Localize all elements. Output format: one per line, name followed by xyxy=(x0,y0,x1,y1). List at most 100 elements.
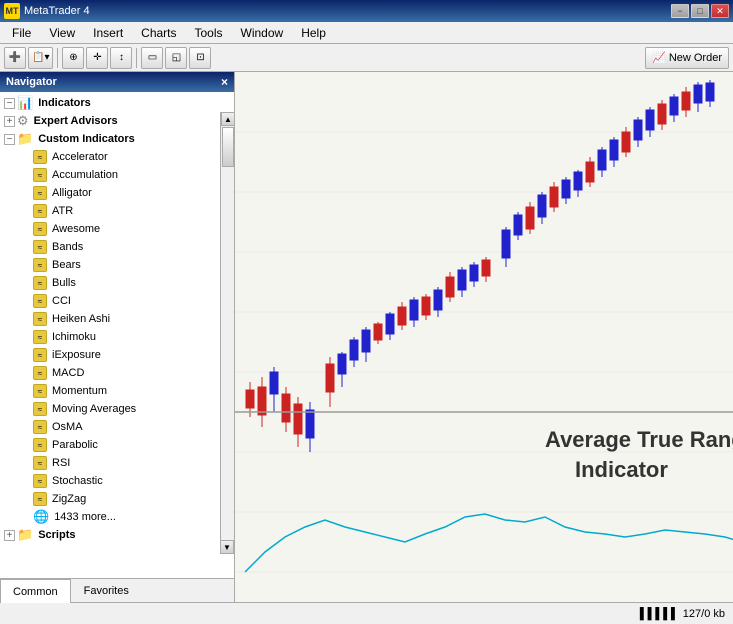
tree-item-24[interactable]: +📁Scripts xyxy=(0,526,234,544)
toolbar-btn-2[interactable]: 📋▾ xyxy=(28,47,53,69)
title-bar: MT MetaTrader 4 − □ ✕ xyxy=(0,0,733,22)
tree-item-23[interactable]: 🌐 1433 more... xyxy=(0,508,234,526)
indicator-icon-3: ≈ xyxy=(33,150,47,164)
scrollbar-down-button[interactable]: ▼ xyxy=(220,540,234,554)
tree-label-10: Bulls xyxy=(52,277,76,289)
maximize-button[interactable]: □ xyxy=(691,4,709,18)
tree-toggle-1[interactable]: + xyxy=(4,116,15,127)
toolbar-btn-new[interactable]: ➕ xyxy=(4,47,26,69)
title-bar-left: MT MetaTrader 4 xyxy=(4,3,90,19)
tab-favorites[interactable]: Favorites xyxy=(71,579,142,602)
tree-item-10[interactable]: ≈ Bulls xyxy=(0,274,234,292)
tab-favorites-label: Favorites xyxy=(84,585,129,597)
toolbar-btn-5[interactable]: ↕ xyxy=(110,47,132,69)
toolbar-btn-7[interactable]: ◱ xyxy=(165,47,187,69)
title-bar-title: MetaTrader 4 xyxy=(24,5,90,17)
tree-item-3[interactable]: ≈Accelerator xyxy=(0,148,234,166)
tree-item-18[interactable]: ≈ OsMA xyxy=(0,418,234,436)
tree-item-1[interactable]: +⚙Expert Advisors xyxy=(0,112,234,130)
toolbar-sep-2 xyxy=(136,48,137,68)
tree-label-0: Indicators xyxy=(38,97,91,109)
tree-item-14[interactable]: ≈iExposure xyxy=(0,346,234,364)
status-icon: ▐▐▐▐▐ xyxy=(636,608,675,620)
indicator-icon-8: ≈ xyxy=(33,240,47,254)
navigator-panel: Navigator × −📊Indicators+⚙Expert Advisor… xyxy=(0,72,235,602)
indicator-icon-17: ≈ xyxy=(33,402,47,416)
tree-item-12[interactable]: ≈Heiken Ashi xyxy=(0,310,234,328)
tree-label-24: Scripts xyxy=(38,529,75,541)
main-layout: Navigator × −📊Indicators+⚙Expert Advisor… xyxy=(0,72,733,602)
tree-item-2[interactable]: −📁Custom Indicators xyxy=(0,130,234,148)
new-order-button[interactable]: 📈 New Order xyxy=(645,47,729,69)
tab-common[interactable]: Common xyxy=(0,579,71,603)
svg-text:Indicator: Indicator xyxy=(575,457,668,482)
tree-label-9: Bears xyxy=(52,259,81,271)
toolbar-btn-3[interactable]: ⊕ xyxy=(62,47,84,69)
chart-area: Average True Range Indicator xyxy=(235,72,733,602)
menu-item-view[interactable]: View xyxy=(41,24,83,42)
menu-item-window[interactable]: Window xyxy=(233,24,292,42)
tree-label-18: OsMA xyxy=(52,421,83,433)
toolbar-btn-4[interactable]: ✛ xyxy=(86,47,108,69)
tree-item-4[interactable]: ≈Accumulation xyxy=(0,166,234,184)
close-button[interactable]: ✕ xyxy=(711,4,729,18)
tree-label-23: 1433 more... xyxy=(54,511,116,523)
status-memory: 127/0 kb xyxy=(683,608,725,620)
tree-item-0[interactable]: −📊 Indicators xyxy=(0,94,234,112)
tree-item-7[interactable]: ≈Awesome xyxy=(0,220,234,238)
folder-icon-0: 📊 xyxy=(17,95,33,111)
tree-label-19: Parabolic xyxy=(52,439,98,451)
indicator-icon-18: ≈ xyxy=(33,420,47,434)
tree-item-21[interactable]: ≈ Stochastic xyxy=(0,472,234,490)
tree-item-6[interactable]: ≈ATR xyxy=(0,202,234,220)
toolbar-btn-6[interactable]: ▭ xyxy=(141,47,163,69)
scrollbar-thumb[interactable] xyxy=(222,127,234,167)
menu-item-insert[interactable]: Insert xyxy=(85,24,131,42)
tree-toggle-24[interactable]: + xyxy=(4,530,15,541)
tree-item-5[interactable]: ≈Alligator xyxy=(0,184,234,202)
tree-label-14: iExposure xyxy=(52,349,101,361)
indicator-icon-9: ≈ xyxy=(33,258,47,272)
tree-item-8[interactable]: ≈ Bands xyxy=(0,238,234,256)
indicator-icon-21: ≈ xyxy=(33,474,47,488)
tree-item-16[interactable]: ≈Momentum xyxy=(0,382,234,400)
tree-toggle-2[interactable]: − xyxy=(4,134,15,145)
tree-label-21: Stochastic xyxy=(52,475,103,487)
app-logo: MT xyxy=(4,3,20,19)
tree-item-11[interactable]: ≈CCI xyxy=(0,292,234,310)
tree-item-20[interactable]: ≈RSI xyxy=(0,454,234,472)
tree-item-9[interactable]: ≈ Bears xyxy=(0,256,234,274)
menu-item-charts[interactable]: Charts xyxy=(133,24,184,42)
tree-item-19[interactable]: ≈Parabolic xyxy=(0,436,234,454)
scrollbar-up-button[interactable]: ▲ xyxy=(221,112,234,126)
tree-item-17[interactable]: ≈Moving Averages xyxy=(0,400,234,418)
menu-item-file[interactable]: File xyxy=(4,24,39,42)
menu-bar: FileViewInsertChartsToolsWindowHelp xyxy=(0,22,733,44)
navigator-scrollbar[interactable]: ▲▼ xyxy=(220,112,234,554)
tree-label-8: Bands xyxy=(52,241,83,253)
tree-label-2: Custom Indicators xyxy=(38,133,135,145)
tree-label-7: Awesome xyxy=(52,223,100,235)
indicator-icon-10: ≈ xyxy=(33,276,47,290)
indicator-icon-22: ≈ xyxy=(33,492,47,506)
navigator-scroll[interactable]: −📊Indicators+⚙Expert Advisors−📁Custom In… xyxy=(0,92,234,578)
indicator-icon-12: ≈ xyxy=(33,312,47,326)
indicator-icon-6: ≈ xyxy=(33,204,47,218)
tree-label-20: RSI xyxy=(52,457,70,469)
minimize-button[interactable]: − xyxy=(671,4,689,18)
indicator-icon-4: ≈ xyxy=(33,168,47,182)
menu-item-help[interactable]: Help xyxy=(293,24,334,42)
navigator-close-button[interactable]: × xyxy=(221,75,228,89)
new-order-label: New Order xyxy=(669,52,722,64)
tree-label-11: CCI xyxy=(52,295,71,307)
tree-item-15[interactable]: ≈MACD xyxy=(0,364,234,382)
navigator-header: Navigator × xyxy=(0,72,234,92)
tab-common-label: Common xyxy=(13,586,58,598)
toolbar-btn-8[interactable]: ⊡ xyxy=(189,47,211,69)
tree-item-22[interactable]: ≈ZigZag xyxy=(0,490,234,508)
tree-item-13[interactable]: ≈Ichimoku xyxy=(0,328,234,346)
tree-toggle-0[interactable]: − xyxy=(4,98,15,109)
more-icon-23: 🌐 xyxy=(33,509,49,525)
navigator-title: Navigator xyxy=(6,76,57,88)
menu-item-tools[interactable]: Tools xyxy=(187,24,231,42)
